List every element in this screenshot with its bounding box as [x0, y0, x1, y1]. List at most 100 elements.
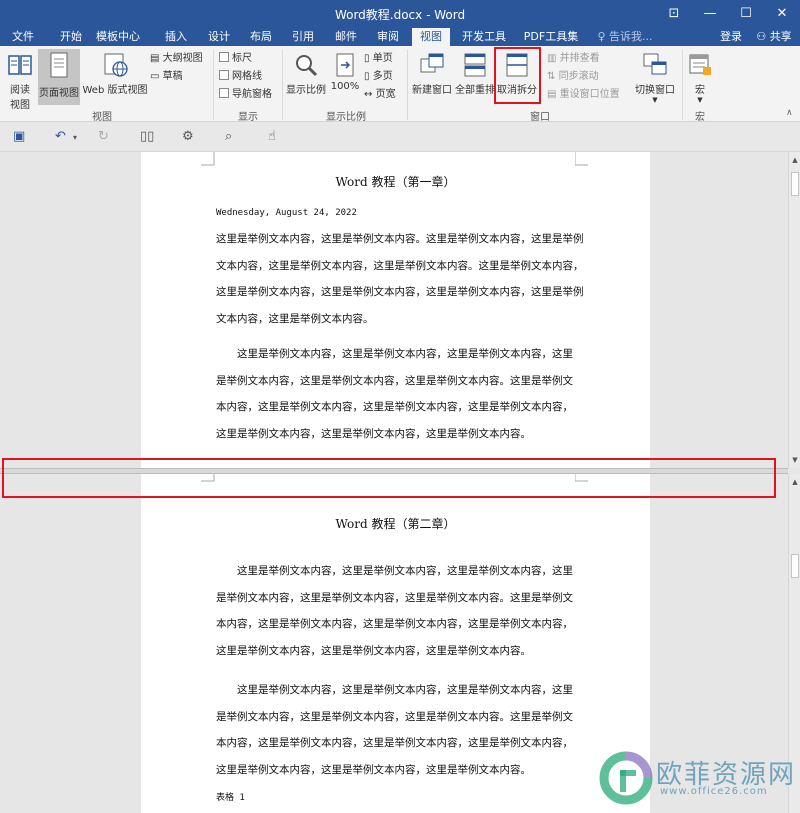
tab-mailings[interactable]: 邮件 — [327, 28, 365, 46]
switch-windows-button[interactable]: 切换窗口 ▼ — [632, 52, 678, 104]
multi-page-icon: ▯ — [364, 71, 370, 82]
new-window-button[interactable]: 新建窗口 — [410, 52, 454, 96]
text-line: 是举例文本内容，这里是举例文本内容，这里是举例文本内容。这里是举例文 — [216, 710, 573, 723]
text-line: 文本内容，这里是举例文本内容。 — [216, 312, 374, 325]
tab-developer[interactable]: 开发工具 — [456, 28, 512, 46]
tab-templates[interactable]: 模板中心 — [88, 28, 148, 46]
split-bar-highlight — [2, 458, 776, 498]
chapter-title: Word 教程（第二章） — [335, 517, 456, 531]
page-width-icon: ↔ — [364, 89, 373, 100]
tab-insert[interactable]: 插入 — [157, 28, 195, 46]
sync-scrolling-button[interactable]: ⇅ 同步滚动 — [547, 69, 599, 85]
text-line: 这里是举例文本内容，这里是举例文本内容，这里是举例文本内容。 — [216, 763, 531, 776]
show-group-label: 显示 — [238, 112, 258, 123]
tab-references[interactable]: 引用 — [284, 28, 322, 46]
page[interactable]: Word 教程（第一章） Wednesday, August 24, 2022 … — [141, 152, 650, 468]
tab-review[interactable]: 审阅 — [369, 28, 407, 46]
minimize-button[interactable]: — — [692, 2, 728, 26]
tab-file[interactable]: 文件 — [2, 28, 44, 46]
undo-icon[interactable]: ↶ — [55, 129, 66, 144]
close-button[interactable]: ✕ — [764, 2, 800, 26]
page-icon — [50, 52, 68, 78]
text-line: 本内容，这里是举例文本内容，这里是举例文本内容，这里是举例文本内容， — [216, 737, 573, 749]
scroll-thumb[interactable] — [791, 554, 799, 578]
sign-in-link[interactable]: 登录 — [713, 28, 749, 46]
dropdown-arrow-icon: ▼ — [652, 96, 658, 104]
lightbulb-icon: ♀ — [597, 30, 606, 43]
side-by-side-icon: ▥ — [547, 53, 557, 64]
undo-dropdown-icon[interactable]: ▾ — [73, 133, 77, 142]
tab-layout[interactable]: 布局 — [242, 28, 280, 46]
arrange-all-icon — [464, 53, 486, 77]
reset-window-position-button[interactable]: ▤ 重设窗口位置 — [547, 87, 620, 103]
touch-mode-icon[interactable]: ☝ — [268, 129, 276, 144]
gridlines-checkbox[interactable]: 网格线 — [219, 69, 262, 85]
office26-logo-icon — [599, 751, 653, 805]
tell-me-search[interactable]: ♀ 告诉我... — [590, 28, 660, 46]
tab-view[interactable]: 视图 — [412, 28, 450, 46]
scroll-down-icon[interactable]: ▼ — [789, 454, 800, 466]
scroll-thumb[interactable] — [791, 172, 799, 196]
watermark-url: www.office26.com — [660, 786, 768, 797]
page-width-button[interactable]: ↔ 页宽 — [364, 87, 396, 103]
print-preview-icon[interactable]: ⌕ — [225, 129, 232, 144]
checkbox-box — [219, 88, 229, 98]
text-line: 是举例文本内容，这里是举例文本内容，这里是举例文本内容。这里是举例文 — [216, 374, 573, 387]
group-divider — [282, 50, 283, 120]
macros-button[interactable]: 宏 ▼ — [686, 52, 714, 104]
maximize-button[interactable]: ☐ — [728, 2, 764, 26]
scroll-up-icon[interactable]: ▲ — [789, 154, 800, 166]
paragraph: 这里是举例文本内容，这里是举例文本内容，这里是举例文本内容，这里 是举例文本内容… — [216, 558, 576, 664]
remove-split-highlight — [494, 47, 541, 104]
web-layout-button[interactable]: Web 版式视图 — [82, 52, 148, 96]
redo-icon[interactable]: ↻ — [98, 129, 109, 144]
zoom-group-label: 显示比例 — [326, 112, 366, 123]
read-mode-button[interactable]: 阅读 视图 — [4, 52, 36, 111]
share-button[interactable]: ⚇ 共享 — [750, 28, 798, 46]
ruler-checkbox[interactable]: 标尺 — [219, 51, 252, 67]
checkbox-box — [219, 70, 229, 80]
macros-icon — [689, 54, 711, 75]
save-icon[interactable]: ▣ — [13, 129, 25, 144]
globe-page-icon — [104, 53, 128, 77]
page[interactable]: Word 教程（第二章） 这里是举例文本内容，这里是举例文本内容，这里是举例文本… — [141, 474, 650, 813]
zoom-button[interactable]: 显示比例 — [285, 52, 327, 96]
outline-button[interactable]: ▤ 大纲视图 — [150, 51, 203, 67]
text-line: 这里是举例文本内容，这里是举例文本内容，这里是举例文本内容。 — [216, 644, 531, 657]
text-line: 本内容，这里是举例文本内容，这里是举例文本内容，这里是举例文本内容， — [216, 618, 573, 630]
paragraph: 这里是举例文本内容，这里是举例文本内容，这里是举例文本内容，这里 是举例文本内容… — [216, 341, 576, 447]
vertical-scrollbar-top[interactable]: ▲ ▼ — [788, 152, 800, 468]
text-line: 这里是举例文本内容，这里是举例文本内容。这里是举例文本内容，这里是举例 — [216, 233, 584, 245]
macros-group-label: 宏 — [695, 112, 705, 123]
multiple-pages-button[interactable]: ▯ 多页 — [364, 69, 393, 85]
nav-pane-checkbox[interactable]: 导航窗格 — [219, 87, 272, 103]
document-date: Wednesday, August 24, 2022 — [216, 208, 357, 218]
title-bar: Word教程.docx - Word ⊡ — ☐ ✕ — [0, 0, 800, 28]
draft-button[interactable]: ▭ 草稿 — [150, 69, 183, 85]
zoom-100-button[interactable]: 100% — [330, 52, 360, 92]
tab-design[interactable]: 设计 — [200, 28, 238, 46]
tab-home[interactable]: 开始 — [50, 28, 92, 46]
web-options-icon[interactable]: ⚙ — [182, 129, 194, 144]
text-line: 这里是举例文本内容，这里是举例文本内容，这里是举例文本内容，这里是举例 — [216, 286, 584, 298]
magnifier-icon — [296, 55, 318, 77]
arrange-all-button[interactable]: 全部重排 — [454, 52, 496, 96]
side-by-side-qat-icon[interactable]: ▯▯ — [140, 129, 154, 144]
page-arrow-icon — [336, 53, 354, 77]
print-layout-button[interactable]: 页面视图 — [38, 49, 80, 105]
text-line: 这里是举例文本内容，这里是举例文本内容，这里是举例文本内容，这里 — [216, 684, 573, 696]
text-line: 这里是举例文本内容，这里是举例文本内容，这里是举例文本内容，这里 — [216, 565, 573, 577]
ribbon-display-options-icon[interactable]: ⊡ — [656, 2, 692, 26]
view-side-by-side-button[interactable]: ▥ 并排查看 — [547, 51, 600, 67]
person-icon: ⚇ — [756, 30, 767, 43]
tab-pdf-tools[interactable]: PDF工具集 — [520, 28, 582, 46]
views-group-label: 视图 — [92, 112, 112, 123]
one-page-button[interactable]: ▯ 单页 — [364, 51, 393, 67]
new-window-icon — [420, 53, 444, 73]
paragraph: 这里是举例文本内容，这里是举例文本内容，这里是举例文本内容，这里 是举例文本内容… — [216, 677, 576, 783]
scroll-up-icon[interactable]: ▲ — [789, 476, 800, 488]
window-group-label: 窗口 — [530, 112, 550, 123]
collapse-ribbon-icon[interactable]: ∧ — [786, 108, 793, 118]
text-line: 这里是举例文本内容，这里是举例文本内容，这里是举例文本内容，这里 — [216, 348, 573, 360]
margin-corner-mark — [575, 152, 588, 166]
